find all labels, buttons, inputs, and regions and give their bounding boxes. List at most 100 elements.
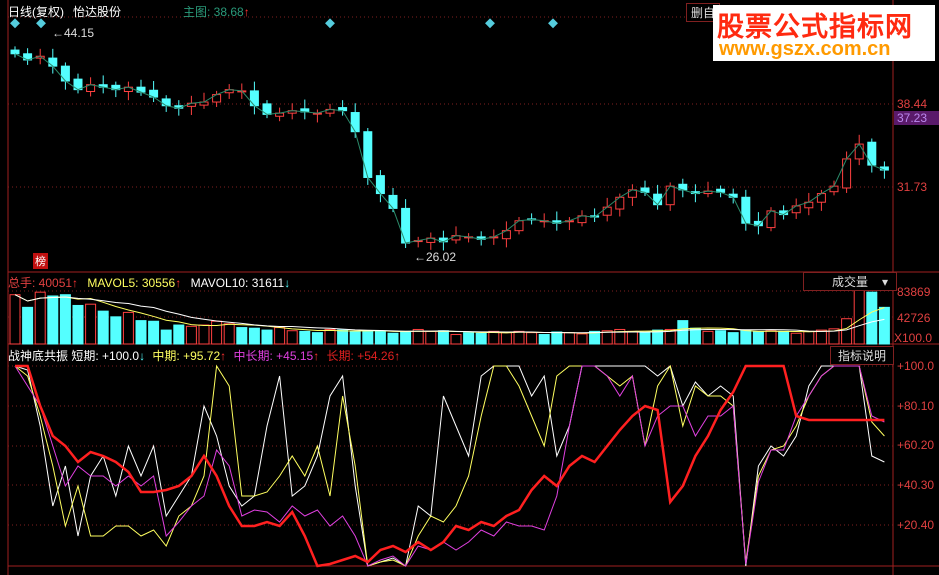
volume-bar [185,325,197,345]
candle-body [766,210,776,229]
candle-body [375,175,385,195]
candle-body [388,194,398,209]
chevron-down-icon: ▾ [881,275,888,289]
candle-body [514,220,524,232]
volume-bar [778,330,790,345]
stock-name: 怡达股份 [73,5,122,19]
indicator-axis-label: +80.10 [897,399,935,413]
main-indicator-label: 主图: 38.68↑ [183,3,250,20]
volume-bar [110,316,122,345]
current-price-tag: 37.23 [894,111,939,125]
candle-body [602,206,612,216]
volume-bar [299,330,311,345]
volume-bar [526,332,538,345]
volume-bar [261,329,273,345]
rank-tag[interactable]: 榜 [33,253,48,269]
volume-bar [135,320,147,345]
volume-bar [878,306,890,345]
volume-bar [97,310,109,345]
down-arrow-icon: ↓ [139,349,146,363]
candle-body [816,193,826,203]
up-arrow-icon: ↑ [72,276,79,290]
volume-bar [400,330,412,345]
volume-bar [47,295,59,345]
volume-bar [72,304,84,345]
volume-bar [223,323,235,345]
volume-bar [815,329,827,345]
volume-bar [765,330,777,345]
volume-bar [450,334,462,345]
price-axis-label: 38.44 [897,97,928,111]
volume-bar [500,332,512,345]
mid-long-term-value: 中长期: +45.15 [233,349,314,363]
volume-bar [752,331,764,345]
candle-body [741,196,751,224]
indicator-help-button[interactable]: 指标说明 [830,346,894,365]
volume-axis-label: 42726 [897,311,931,325]
selector-label: 成交量 [831,275,868,289]
down-arrow-icon: ↓ [284,276,291,290]
watermark: 股票公式指标网 www.gszx.com.cn [713,5,935,61]
volume-bar [286,330,298,345]
up-arrow-icon: ↑ [220,349,227,363]
volume-bar [463,332,475,345]
period-label: 日线(复权) [8,5,64,19]
volume-bar [639,332,651,345]
price-axis-label: 31.73 [897,180,928,194]
mid-term-value: 中期: +95.72 [152,349,221,363]
signal-diamond-icon [548,18,558,29]
volume-bar [689,327,701,345]
volume-bar [677,320,689,345]
moving-average-line [14,53,885,244]
volume-bar [22,306,34,345]
indicator-legend: 战神底共振 短期: +100.0↓ 中期: +95.72↑ 中长期: +45.1… [8,347,400,364]
volume-bar [59,294,71,345]
volume-bar [349,330,361,345]
volume-bar [34,291,46,345]
mavol10: MAVOL10: 31611 [190,276,285,290]
main-value: 主图: 38.68 [183,5,244,19]
volume-bar [387,332,399,345]
candle-body [665,185,675,206]
total-volume: 总手: 40051 [8,276,73,290]
candle-body [842,158,852,189]
candle-body [829,185,839,193]
candle-body [653,193,663,206]
volume-bar [122,311,134,345]
volume-bar [198,324,210,345]
volume-bar [551,331,563,345]
volume-bar [437,330,449,345]
volume-axis-label: X100.0 [894,331,933,345]
candle-body [854,143,864,160]
indicator-axis-label: +40.30 [897,478,935,492]
volume-bar [702,330,714,345]
volume-bar [740,329,752,345]
candle-body [791,205,801,214]
volume-bar [374,330,386,345]
volume-bar [803,330,815,345]
candle-body [60,65,70,82]
volume-bar [324,328,336,345]
volume-bar [248,327,260,345]
volume-bar [160,329,172,345]
candle-body [350,112,360,133]
volume-bar [538,334,550,345]
volume-bar [85,303,97,345]
volume-bar [274,327,286,345]
indicator-axis-label: +20.40 [897,518,935,532]
volume-legend: 总手: 40051↑ MAVOL5: 30556↑ MAVOL10: 31611… [8,274,290,291]
candle-body [249,90,259,107]
volume-bar [362,330,374,345]
volume-bar [9,294,21,345]
indicator-axis-label: +100.0 [897,359,935,373]
volume-bar [576,333,588,345]
volume-bar [173,324,185,345]
indicator-axis-label: +60.20 [897,438,935,452]
volume-bar [626,330,638,345]
signal-diamond-icon [485,18,495,29]
high-price-label: ←44.15 [52,26,95,40]
volume-selector[interactable]: 成交量 ▾ [803,272,897,291]
volume-bar [727,332,739,345]
candle-body [401,207,411,244]
long-term-value: 长期: +54.26 [326,349,395,363]
